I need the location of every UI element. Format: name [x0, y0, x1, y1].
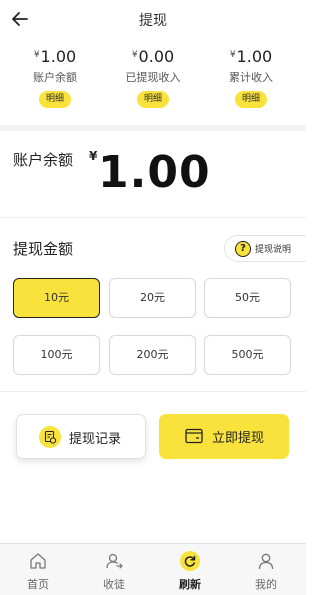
stat-label: 已提现收入 — [125, 71, 181, 84]
currency-symbol: ¥ — [131, 50, 138, 60]
stats-row: ¥1.00 账户余额 明细 ¥0.00 已提现收入 明细 ¥1.00 累计收入 … — [0, 44, 306, 116]
tab-label: 我的 — [255, 578, 277, 591]
balance-amount: 1.00 — [98, 147, 211, 198]
detail-button[interactable]: 明细 — [136, 91, 169, 108]
tab-label: 收徒 — [103, 578, 125, 591]
stat-amount: 1.00 — [40, 47, 77, 66]
currency-symbol: ¥ — [33, 50, 40, 60]
stat-label: 账户余额 — [33, 71, 77, 84]
detail-button[interactable]: 明细 — [38, 91, 71, 108]
stat-amount: 1.00 — [236, 47, 273, 66]
withdraw-now-label: 立即提现 — [212, 431, 265, 446]
wallet-icon — [185, 428, 203, 444]
amount-option-200[interactable]: 200元 — [109, 335, 196, 375]
detail-button[interactable]: 明细 — [234, 91, 267, 108]
records-label: 提现记录 — [69, 432, 122, 447]
amount-option-50[interactable]: 50元 — [204, 278, 291, 318]
balance-section: 账户余额 ¥ 1.00 — [0, 131, 306, 217]
header-bar: 提现 — [0, 0, 306, 40]
tab-mine[interactable]: 我的 — [228, 544, 304, 595]
stat-total-income: ¥1.00 累计收入 明细 — [200, 44, 302, 108]
amount-option-100[interactable]: 100元 — [13, 335, 100, 375]
page-title: 提现 — [139, 13, 167, 29]
tab-label: 首页 — [27, 578, 49, 591]
tab-apprentice[interactable]: 收徒 — [76, 544, 152, 595]
help-label: 提现说明 — [255, 245, 292, 255]
amount-option-20[interactable]: 20元 — [109, 278, 196, 318]
add-apprentice-icon — [106, 553, 123, 569]
stat-amount: 0.00 — [138, 47, 175, 66]
stat-label: 累计收入 — [229, 71, 273, 84]
tab-refresh[interactable]: 刷新 — [152, 544, 228, 595]
withdraw-amount-title: 提现金额 — [13, 240, 74, 258]
withdraw-help-button[interactable]: ? 提现说明 — [224, 235, 306, 262]
stat-account-balance: ¥1.00 账户余额 明细 — [4, 44, 106, 108]
tab-label: 刷新 — [179, 578, 201, 591]
tab-home[interactable]: 首页 — [0, 544, 76, 595]
amount-option-10[interactable]: 10元 — [13, 278, 100, 318]
withdraw-records-button[interactable]: 提现记录 — [16, 414, 146, 459]
amount-option-500[interactable]: 500元 — [204, 335, 291, 375]
refresh-icon — [180, 551, 200, 571]
divider — [0, 391, 306, 392]
bottom-tab-bar: 首页 收徒 刷新 我的 — [0, 543, 306, 595]
balance-label: 账户余额 — [13, 151, 74, 169]
stat-withdrawn-income: ¥0.00 已提现收入 明细 — [102, 44, 204, 108]
records-icon — [39, 426, 61, 448]
balance-currency: ¥ — [89, 149, 98, 163]
withdraw-now-button[interactable]: 立即提现 — [159, 414, 289, 459]
currency-symbol: ¥ — [229, 50, 236, 60]
profile-icon — [258, 553, 274, 570]
divider — [0, 217, 306, 218]
question-icon: ? — [235, 241, 251, 257]
home-icon — [30, 553, 46, 569]
